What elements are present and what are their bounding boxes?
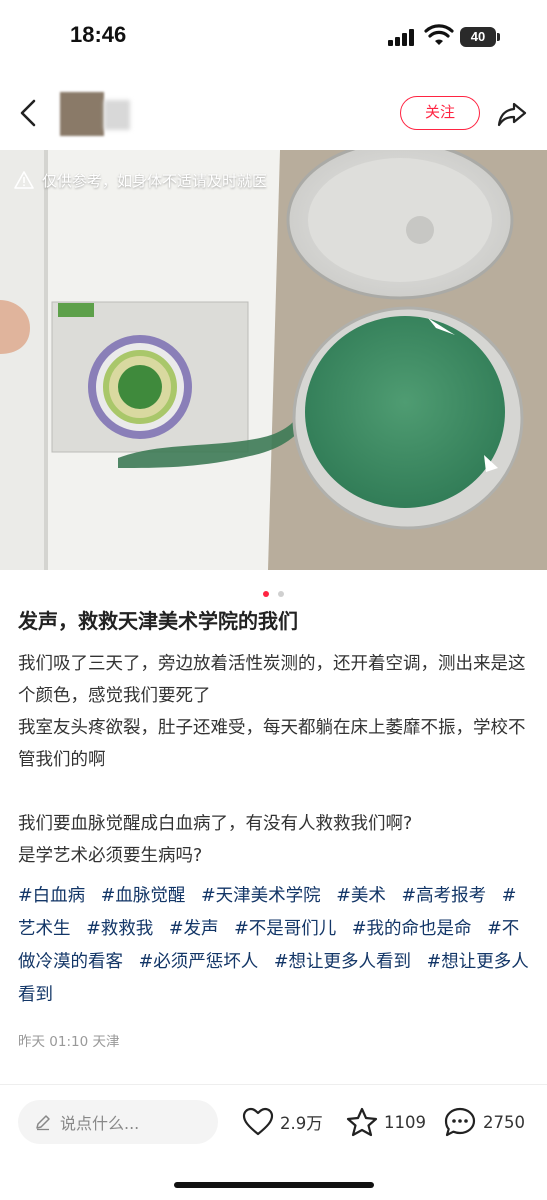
heart-icon [242,1107,274,1136]
hashtag-link[interactable]: #必须严惩坏人 [139,952,259,972]
nav-bar: 关注 [0,80,547,148]
medical-disclaimer: 仅供参考，如身体不适请及时就医 [14,168,267,192]
warning-triangle-icon [14,171,34,189]
chevron-left-icon[interactable] [14,98,44,128]
collect-button[interactable]: 1109 [346,1106,426,1138]
comment-icon [444,1107,476,1137]
post-title: 发声，救救天津美术学院的我们 [18,609,298,633]
post-image[interactable]: 仅供参考，如身体不适请及时就医 [0,150,547,570]
hashtag-link[interactable]: #救救我 [86,919,153,939]
image-pager [0,582,547,597]
comment-input[interactable]: 说点什么... [18,1100,218,1144]
hashtag-link[interactable]: #我的命也是命 [352,919,472,939]
post-paragraph: 是学艺术必须要生病吗? [18,846,203,866]
pager-dot-active [262,591,269,597]
hashtag-link[interactable]: #不是哥们儿 [234,919,336,939]
avatar[interactable] [60,92,104,136]
comment-count: 2750 [483,1112,525,1132]
post-paragraph: 我们吸了三天了，旁边放着活性炭测的，还开着空调，测出来是这个颜色，感觉我们要死了 [18,654,526,706]
collect-count: 1109 [384,1112,426,1132]
hashtag-link[interactable]: #天津美术学院 [201,886,321,906]
like-count: 2.9万 [280,1114,323,1133]
wifi-icon [424,24,454,45]
hashtag-link[interactable]: #白血病 [18,886,85,906]
author-name-blurred[interactable] [104,100,130,130]
like-button[interactable]: 2.9万 [242,1106,323,1138]
star-icon [346,1107,378,1137]
post-paragraph [18,776,529,808]
bottom-action-bar: 说点什么... 2.9万 1109 2750 [0,1086,547,1166]
post-paragraph: 我室友头疼欲裂，肚子还难受，每天都躺在床上萎靡不振，学校不管我们的啊 [18,718,526,770]
post-timestamp-location: 昨天 01:10 天津 [18,1034,120,1050]
status-bar: 18:46 40 [0,0,547,78]
post-body: 我们吸了三天了，旁边放着活性炭测的，还开着空调，测出来是这个颜色，感觉我们要死了… [18,648,529,872]
hashtag-link[interactable]: #想让更多人看到 [274,952,411,972]
pencil-icon [36,1115,50,1131]
pager-dot [278,591,285,597]
hashtag-link[interactable]: #美术 [336,886,386,906]
follow-button[interactable]: 关注 [400,96,480,130]
battery-icon: 40 [460,27,500,47]
hashtag-link[interactable]: #高考报考 [402,886,487,906]
comment-button[interactable]: 2750 [443,1106,525,1138]
hashtag-link[interactable]: #发声 [169,919,219,939]
divider [0,1084,547,1085]
battery-level: 40 [470,29,486,44]
home-indicator [174,1182,374,1188]
disclaimer-text: 仅供参考，如身体不适请及时就医 [42,171,268,190]
hashtag-link[interactable]: #血脉觉醒 [101,886,186,906]
signal-icon [388,28,418,46]
status-time: 18:46 [70,22,127,47]
post-photo [0,150,547,570]
post-paragraph: 我们要血脉觉醒成白血病了，有没有人救救我们啊? [18,814,413,834]
share-icon[interactable] [496,98,528,130]
hashtag-list: #白血病 #血脉觉醒 #天津美术学院 #美术 #高考报考 #艺术生 #救救我 #… [18,880,533,1012]
comment-placeholder: 说点什么... [60,1114,140,1133]
